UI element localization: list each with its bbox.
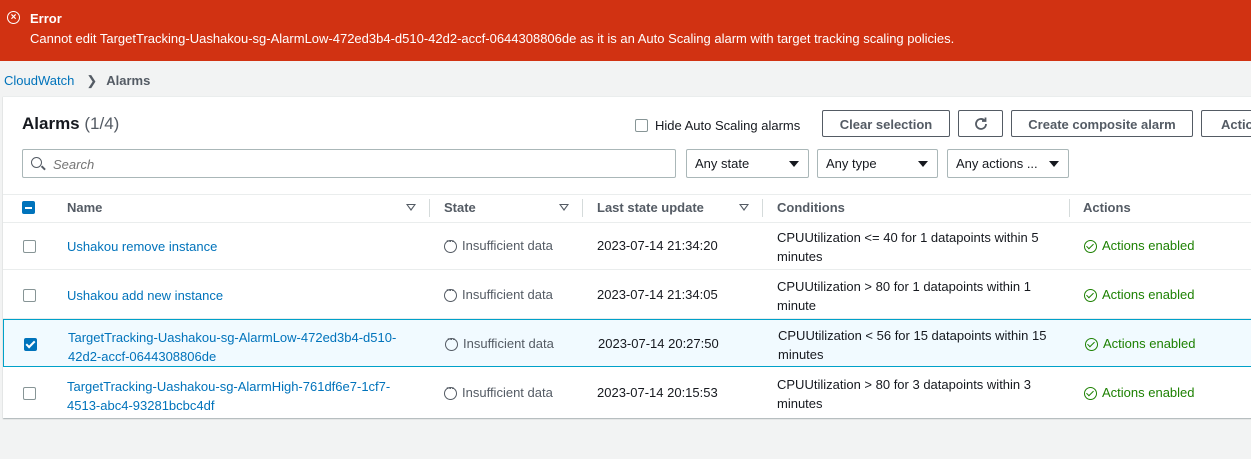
breadcrumb-cloudwatch-link[interactable]: CloudWatch: [4, 73, 74, 88]
alarm-name-link[interactable]: TargetTracking-Uashakou-sg-AlarmLow-472e…: [68, 328, 408, 366]
column-divider: [429, 199, 430, 217]
condition: CPUUtilization <= 40 for 1 datapoints wi…: [777, 230, 1039, 264]
actions-status: Actions enabled: [1084, 385, 1195, 400]
panel-title: Alarms: [22, 114, 80, 133]
column-header-actions[interactable]: Actions: [1083, 200, 1131, 215]
last-update: 2023-07-14 20:15:53: [597, 385, 718, 400]
table-row[interactable]: Ushakou add new instance Insufficient da…: [3, 271, 1251, 319]
actions-text: Actions enabled: [1102, 385, 1195, 400]
hide-autoscaling-checkbox[interactable]: Hide Auto Scaling alarms: [635, 118, 800, 133]
error-message: Cannot edit TargetTracking-Uashakou-sg-A…: [30, 31, 955, 46]
actions-status: Actions enabled: [1085, 336, 1196, 351]
actions-text: Actions enabled: [1102, 238, 1195, 253]
column-header-last-update[interactable]: Last state update: [597, 200, 704, 215]
row-checkbox[interactable]: [23, 289, 36, 302]
check-circle-icon: [1084, 240, 1097, 253]
state-insufficient: Insufficient data: [445, 334, 554, 351]
row-checkbox[interactable]: [23, 240, 36, 253]
last-update: 2023-07-14 21:34:05: [597, 287, 718, 302]
table-row-selected[interactable]: TargetTracking-Uashakou-sg-AlarmLow-472e…: [3, 319, 1251, 367]
actions-status: Actions enabled: [1084, 238, 1195, 253]
actions-text: Actions enabled: [1102, 287, 1195, 302]
sort-icon[interactable]: [559, 204, 569, 211]
table-row[interactable]: TargetTracking-Uashakou-sg-AlarmHigh-761…: [3, 369, 1251, 417]
alarm-name-link[interactable]: Ushakou add new instance: [67, 286, 407, 305]
breadcrumb: CloudWatch ❯ Alarms: [4, 73, 150, 89]
refresh-button[interactable]: [958, 110, 1003, 137]
clear-selection-button[interactable]: Clear selection: [822, 110, 950, 137]
ellipsis-circle-icon: [445, 334, 458, 351]
type-filter-select[interactable]: Any type: [817, 149, 938, 178]
condition: CPUUtilization < 56 for 15 datapoints wi…: [778, 328, 1047, 362]
error-x-icon: ×: [7, 11, 20, 24]
condition: CPUUtilization > 80 for 1 datapoints wit…: [777, 279, 1031, 313]
error-title: Error: [30, 11, 62, 26]
ellipsis-circle-icon: [444, 383, 457, 400]
column-divider: [1069, 199, 1070, 217]
caret-down-icon: [918, 161, 928, 167]
check-circle-icon: [1085, 338, 1098, 351]
ellipsis-circle-icon: [444, 285, 457, 302]
search-field[interactable]: [22, 149, 676, 178]
refresh-icon: [974, 117, 987, 130]
state-insufficient: Insufficient data: [444, 383, 553, 400]
actions-text: Actions enabled: [1103, 336, 1196, 351]
last-update: 2023-07-14 21:34:20: [597, 238, 718, 253]
actions-filter-value: Any actions ...: [956, 156, 1038, 171]
state-insufficient: Insufficient data: [444, 285, 553, 302]
column-divider: [762, 199, 763, 217]
condition: CPUUtilization > 80 for 3 datapoints wit…: [777, 377, 1031, 411]
actions-dropdown-button[interactable]: Actio: [1201, 110, 1251, 137]
search-icon: [31, 157, 42, 168]
state-filter-value: Any state: [695, 156, 750, 171]
state-insufficient: Insufficient data: [444, 236, 553, 253]
breadcrumb-current: Alarms: [106, 73, 151, 88]
row-checkbox-checked[interactable]: [24, 338, 37, 351]
sort-icon[interactable]: [406, 204, 416, 211]
chevron-right-icon: ❯: [86, 73, 98, 88]
row-checkbox[interactable]: [23, 387, 36, 400]
hide-autoscaling-label: Hide Auto Scaling alarms: [655, 118, 801, 133]
column-header-name[interactable]: Name: [67, 200, 102, 215]
actions-status: Actions enabled: [1084, 287, 1195, 302]
state-text: Insufficient data: [462, 287, 553, 302]
error-banner: × Error Cannot edit TargetTracking-Uasha…: [0, 0, 1251, 61]
caret-down-icon: [1049, 161, 1059, 167]
column-divider: [582, 199, 583, 217]
selection-count: (1/4): [84, 114, 120, 133]
column-header-state[interactable]: State: [444, 200, 476, 215]
select-all-checkbox[interactable]: [22, 201, 35, 214]
last-update: 2023-07-14 20:27:50: [598, 336, 719, 351]
state-text: Insufficient data: [462, 385, 553, 400]
check-circle-icon: [1084, 289, 1097, 302]
page-title: Alarms (1/4): [22, 114, 119, 134]
sort-icon[interactable]: [739, 204, 749, 211]
state-text: Insufficient data: [463, 336, 554, 351]
alarms-panel: Alarms (1/4) Hide Auto Scaling alarms Cl…: [3, 96, 1251, 418]
ellipsis-circle-icon: [444, 236, 457, 253]
column-header-conditions[interactable]: Conditions: [777, 200, 845, 215]
caret-down-icon: [789, 161, 799, 167]
alarm-name-link[interactable]: Ushakou remove instance: [67, 237, 407, 256]
actions-filter-select[interactable]: Any actions ...: [947, 149, 1069, 178]
checkbox-box[interactable]: [635, 119, 648, 132]
type-filter-value: Any type: [826, 156, 877, 171]
create-composite-alarm-button[interactable]: Create composite alarm: [1011, 110, 1193, 137]
check-circle-icon: [1084, 387, 1097, 400]
table-row[interactable]: Ushakou remove instance Insufficient dat…: [3, 222, 1251, 270]
table-header: Name State Last state update Conditions …: [3, 194, 1251, 223]
alarm-name-link[interactable]: TargetTracking-Uashakou-sg-AlarmHigh-761…: [67, 377, 407, 415]
state-text: Insufficient data: [462, 238, 553, 253]
search-input[interactable]: [51, 154, 655, 175]
state-filter-select[interactable]: Any state: [686, 149, 809, 178]
